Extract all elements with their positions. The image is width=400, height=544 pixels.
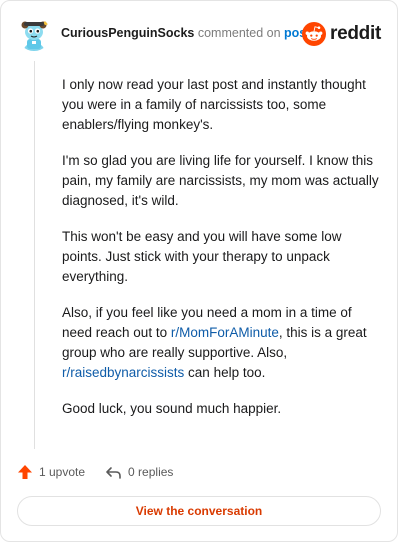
comment-byline: CuriousPenguinSocks commented on post	[61, 26, 310, 40]
upvote-arrow-icon	[18, 465, 32, 479]
thread-line	[34, 61, 35, 449]
comment-paragraph: This won't be easy and you will have som…	[62, 229, 342, 284]
reddit-logo[interactable]: reddit	[302, 21, 381, 47]
replies-count: 0 replies	[128, 465, 174, 479]
comment-body: I only now read your last post and insta…	[62, 75, 380, 435]
reddit-snoo-icon	[302, 22, 327, 46]
comment-header: CuriousPenguinSocks commented on post re…	[17, 17, 381, 53]
replies-button[interactable]: 0 replies	[105, 464, 173, 480]
action-text: commented on	[197, 26, 281, 40]
view-conversation-button[interactable]: View the conversation	[17, 496, 381, 526]
avatar-icon	[17, 17, 51, 51]
comment-actions: 1 upvote 0 replies	[17, 461, 193, 483]
reddit-wordmark: reddit	[330, 23, 381, 44]
comment-paragraph: Also, if you feel like you need a mom in…	[62, 303, 380, 383]
comment-paragraph: I'm so glad you are living life for your…	[62, 153, 379, 208]
comment-paragraph: I only now read your last post and insta…	[62, 77, 366, 132]
comment-text: can help too.	[184, 365, 266, 380]
user-avatar[interactable]	[17, 17, 51, 51]
username-link[interactable]: CuriousPenguinSocks	[61, 26, 194, 40]
upvote-count: 1 upvote	[39, 465, 86, 479]
comment-paragraph: Good luck, you sound much happier.	[62, 401, 282, 416]
subreddit-link-momforaminute[interactable]: r/MomForAMinute	[171, 325, 279, 340]
subreddit-link-raisedbynarcissists[interactable]: r/raisedbynarcissists	[62, 365, 184, 380]
upvote-button[interactable]: 1 upvote	[17, 464, 85, 480]
comment-embed-card: CuriousPenguinSocks commented on post re…	[0, 0, 398, 542]
reply-arrow-icon	[106, 467, 121, 479]
